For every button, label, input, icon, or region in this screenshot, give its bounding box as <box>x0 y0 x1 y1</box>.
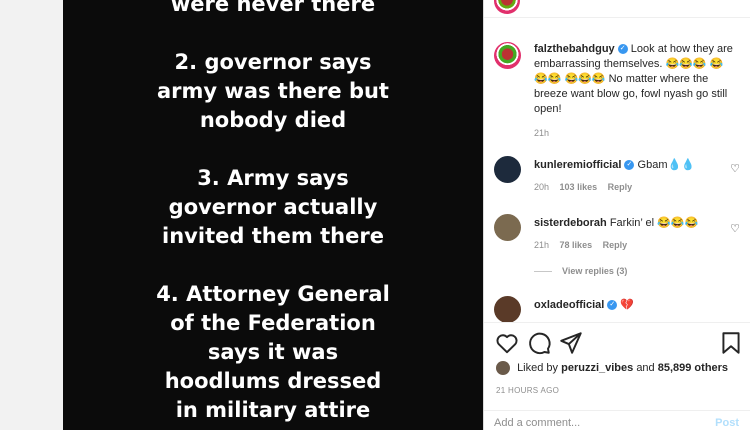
post-image-text: were never there 2. governor says army wa… <box>63 0 483 425</box>
image-text-line <box>63 19 483 48</box>
add-comment-input[interactable] <box>494 417 724 429</box>
reply-button[interactable]: Reply <box>608 182 633 192</box>
liked-by: Liked by peruzzi_vibes and 85,899 others <box>496 361 746 375</box>
verified-badge-icon: ✓ <box>624 160 635 171</box>
reply-button[interactable]: Reply <box>603 240 628 250</box>
save-bookmark-icon[interactable] <box>718 330 744 356</box>
image-text-line: 2. governor says <box>174 50 372 74</box>
post-header <box>484 0 750 18</box>
comment-text: Gbam💧💧 <box>637 159 695 171</box>
author-avatar[interactable] <box>494 0 520 14</box>
post-comment-button[interactable]: Post <box>715 417 739 429</box>
add-comment-bar: Post <box>484 410 750 430</box>
image-text-line: nobody died <box>199 108 347 132</box>
comment-likes[interactable]: 78 likes <box>560 240 593 250</box>
section-divider <box>484 322 750 323</box>
avatar[interactable] <box>494 214 521 241</box>
verified-badge-icon: ✓ <box>617 44 628 55</box>
share-paper-plane-icon[interactable] <box>558 330 584 356</box>
caption-username[interactable]: falzthebahdguy <box>534 43 615 55</box>
likes-count[interactable]: 85,899 others <box>658 362 728 374</box>
caption-time[interactable]: 21h <box>534 128 557 138</box>
image-text-line: governor actually <box>168 195 378 219</box>
like-heart-icon[interactable] <box>494 330 520 356</box>
image-text-line: invited them there <box>162 224 384 248</box>
comment-text: 💔 <box>620 299 635 311</box>
verified-badge-icon: ✓ <box>607 300 618 311</box>
image-text-line <box>63 251 483 280</box>
post-actions <box>492 330 744 358</box>
avatar[interactable] <box>494 296 521 322</box>
comment-time[interactable]: 20h <box>534 182 549 192</box>
comment-time[interactable]: 21h <box>534 240 549 250</box>
avatar[interactable] <box>494 156 521 183</box>
comment-likes[interactable]: 103 likes <box>560 182 598 192</box>
instagram-post: were never there 2. governor says army wa… <box>0 0 750 430</box>
image-text-line: 4. Attorney General <box>156 282 390 306</box>
view-replies-button[interactable]: View replies (3) <box>534 266 627 276</box>
image-text-line: army was there but <box>157 79 389 103</box>
image-text-line: of the Federation <box>170 311 376 335</box>
avatar[interactable] <box>494 42 521 69</box>
comment-text: Farkin’ el 😂😂😂 <box>609 217 699 229</box>
comments-list[interactable]: falzthebahdguy ✓ Look at how they are em… <box>484 30 750 322</box>
liker-avatar[interactable] <box>496 361 510 375</box>
image-text-line: says it was <box>207 340 339 364</box>
like-comment-heart-icon[interactable]: ♡ <box>730 162 740 175</box>
liked-by-user[interactable]: peruzzi_vibes <box>561 362 633 374</box>
post-image[interactable]: were never there 2. governor says army wa… <box>63 0 483 430</box>
replies-divider <box>534 271 552 273</box>
like-comment-heart-icon[interactable]: ♡ <box>730 222 740 235</box>
comment-bubble-icon[interactable] <box>526 330 552 356</box>
comment-username[interactable]: kunleremiofficial <box>534 159 621 171</box>
image-text-line: 3. Army says <box>197 166 349 190</box>
post-sidebar: falzthebahdguy ✓ Look at how they are em… <box>483 0 750 430</box>
post-timestamp[interactable]: 21 HOURS AGO <box>496 386 559 395</box>
image-text-line: were never there <box>170 0 376 16</box>
comment-username[interactable]: sisterdeborah <box>534 217 607 229</box>
image-text-line <box>63 135 483 164</box>
comment-username[interactable]: oxladeofficial <box>534 299 604 311</box>
image-text-line: in military attire <box>175 398 371 422</box>
image-text-line: hoodlums dressed <box>164 369 382 393</box>
